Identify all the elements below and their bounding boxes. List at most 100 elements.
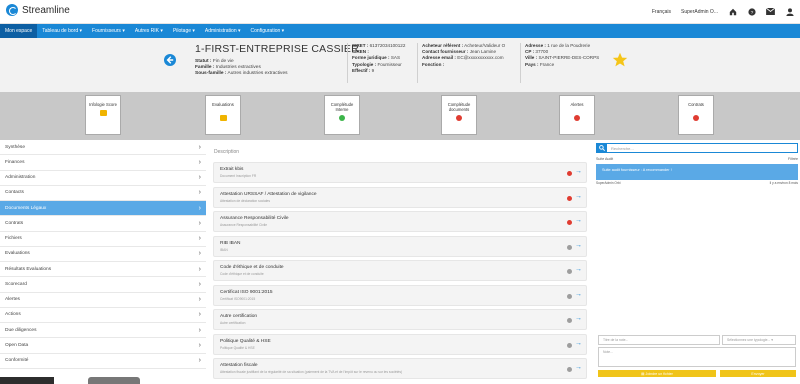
search-box[interactable]: Recherche... [596, 143, 798, 153]
arrow-right-icon[interactable]: → [575, 168, 582, 175]
app-logo[interactable]: Streamline [6, 4, 70, 16]
sidebar-item-label: Alertes [5, 297, 20, 303]
address-label: Adresse : [525, 43, 546, 48]
score-card-alertes[interactable]: Alertes [559, 95, 595, 135]
bottom-tab-gray[interactable] [88, 377, 140, 384]
score-card-completude-documents[interactable]: Complétude documents [441, 95, 477, 135]
arrow-right-icon[interactable]: → [575, 193, 582, 200]
sidebar-item-synthese[interactable]: Synthèse › [0, 140, 206, 156]
user-menu[interactable]: SuperAdmin O... [681, 9, 718, 15]
favorite-star-icon[interactable] [612, 52, 628, 68]
sidebar-item-documents-legaux[interactable]: Documents Légaux › [0, 201, 206, 217]
note-title-placeholder: Titre de la note... [603, 338, 629, 342]
chevron-right-icon: › [198, 204, 201, 212]
feed-time: Il y a environ 8 mois [769, 181, 798, 185]
address-value: 1 rue de la Poudrerie [547, 43, 591, 48]
nav-administration[interactable]: Administration ▾ [200, 24, 246, 38]
city-label: Ville : [525, 55, 538, 61]
document-status-dot [567, 220, 572, 225]
chevron-right-icon: › [198, 250, 201, 258]
app-name: Streamline [22, 4, 70, 16]
document-title: Autre certification [220, 314, 258, 319]
nav-configuration[interactable]: Configuration ▾ [246, 24, 290, 38]
sidebar-item-open-data[interactable]: Open Data › [0, 338, 206, 354]
document-row[interactable]: Code d'éthique et de conduite Code d'éthi… [213, 260, 587, 281]
siret-label: SIRET : [352, 43, 369, 48]
arrow-right-icon[interactable]: → [575, 340, 582, 347]
document-status-dot [567, 367, 572, 372]
nav-autres-rik[interactable]: Autres RIK ▾ [130, 24, 168, 38]
sidebar-item-label: Finances [5, 159, 25, 165]
feed-title: Suite Audit [596, 157, 614, 161]
score-cards-bar: Infologie Score Evaluations Complétude I… [0, 92, 800, 140]
score-card-contrats[interactable]: Contrats [678, 95, 714, 135]
document-row[interactable]: RIB IBAN IBAN → [213, 235, 587, 257]
sidebar-item-contrats[interactable]: Contrats › [0, 216, 206, 232]
score-card-evaluations[interactable]: Evaluations [205, 95, 241, 135]
document-row[interactable]: Certificat ISO 9001:2015 Certificat ISO90… [213, 284, 587, 306]
arrow-right-icon[interactable]: → [575, 217, 582, 224]
document-row[interactable]: Autre certification Autre certification → [213, 309, 587, 330]
language-select[interactable]: Français [652, 9, 671, 15]
status-dot-red [693, 115, 699, 121]
sidebar-item-due-diligences[interactable]: Due diligences › [0, 323, 206, 339]
search-icon[interactable] [597, 144, 607, 152]
nav-pilotage[interactable]: Pilotage ▾ [168, 24, 200, 38]
attach-file-button[interactable]: ▤ Joindre un fichier [598, 370, 716, 377]
sidebar-item-alertes[interactable]: Alertes › [0, 293, 206, 308]
nav-fournisseurs[interactable]: Fournisseurs ▾ [87, 24, 130, 38]
note-title-input[interactable]: Titre de la note... [598, 335, 720, 345]
legal-info: SIRET : 61372034100122 SIREN : Forme jur… [347, 43, 405, 83]
buyer-value[interactable]: Acheteur/Valideur O [464, 43, 505, 48]
sidebar-item-evaluations[interactable]: Evaluations › [0, 247, 206, 262]
chevron-right-icon: › [198, 143, 201, 151]
back-arrow-icon[interactable] [164, 54, 176, 66]
feed-author: SuperAdmin Orbi [596, 181, 621, 185]
help-icon[interactable]: ? [747, 7, 756, 16]
sidebar-item-finances[interactable]: Finances › [0, 155, 206, 171]
sidebar-item-scorecard[interactable]: Scorecard › [0, 277, 206, 293]
sidebar-item-label: Evaluations [5, 251, 30, 257]
sidebar-item-conformite[interactable]: Conformité › [0, 354, 206, 369]
siren-label: SIREN : [352, 49, 369, 55]
sidebar-item-administration[interactable]: Administration › [0, 171, 206, 186]
arrow-right-icon[interactable]: → [575, 364, 582, 371]
note-textarea[interactable]: Note... [598, 347, 796, 367]
document-status-dot [567, 244, 572, 250]
bottom-tab-dark[interactable] [0, 377, 54, 384]
arrow-right-icon[interactable]: → [575, 315, 582, 322]
score-card-infologie[interactable]: Infologie Score [85, 95, 121, 135]
arrow-right-icon[interactable]: → [575, 242, 582, 249]
nav-label: Pilotage [172, 28, 192, 34]
email-value[interactable]: EC@xxxxxxxxxxx.com [457, 55, 503, 60]
feed-item-text: Suite audit fournisseur : A recommander … [602, 168, 672, 172]
sidebar-item-label: Actions [5, 312, 21, 318]
document-row[interactable]: Attestation fiscale Attestation fiscale j… [213, 358, 587, 379]
arrow-right-icon[interactable]: → [575, 266, 582, 273]
feed-item[interactable]: Suite audit fournisseur : A recommander … [596, 164, 798, 180]
document-title: Code d'éthique et de conduite [220, 265, 284, 270]
typology-select[interactable]: Sélectionnez une typologie... ▾ [722, 335, 796, 345]
user-icon[interactable] [785, 7, 794, 16]
contact-info: Acheteur référent : Acheteur/Valideur O … [417, 43, 505, 83]
arrow-right-icon[interactable]: → [575, 291, 582, 298]
sidebar-item-label: Résultats Evaluations [5, 266, 52, 272]
document-row[interactable]: Assurance Responsabilité Civile Assurance… [213, 211, 587, 232]
sidebar-item-actions[interactable]: Actions › [0, 308, 206, 323]
subfamily-value: Autres industries extractives [227, 71, 288, 77]
feed-filter[interactable]: Filtrée [788, 157, 798, 161]
sidebar-item-resultats-evaluations[interactable]: Résultats Evaluations › [0, 262, 206, 278]
cp-value: 37700 [535, 49, 549, 55]
nav-mon-espace[interactable]: Mon espace [0, 24, 38, 38]
sidebar-item-fichiers[interactable]: Fichiers › [0, 232, 206, 247]
document-row[interactable]: Attestation URSSAF / Attestation de vigi… [213, 186, 587, 208]
send-button[interactable]: Envoyer [720, 370, 796, 377]
search-input[interactable]: Recherche... [611, 146, 634, 151]
home-icon[interactable] [728, 7, 737, 16]
score-card-completude-interne[interactable]: Complétude Interne [324, 95, 360, 135]
document-row[interactable]: Politique Qualité & HSE Politique Qualité… [213, 333, 587, 355]
mail-icon[interactable] [766, 7, 775, 16]
sidebar-item-contacts[interactable]: Contacts › [0, 186, 206, 201]
document-row[interactable]: Extrait kbis Document Inscription FR → [213, 162, 587, 183]
nav-tableau-de-bord[interactable]: Tableau de bord ▾ [37, 24, 87, 38]
